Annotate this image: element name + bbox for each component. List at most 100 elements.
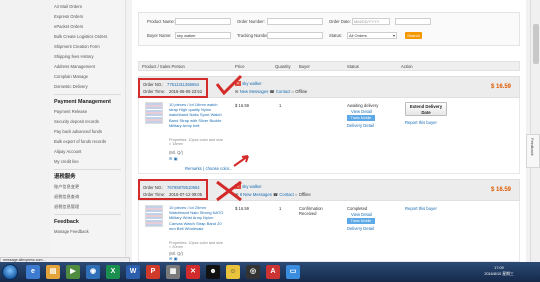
annotation-check-icon xyxy=(215,74,243,96)
contact-link[interactable]: Contact xyxy=(276,89,290,94)
tracking-number-input[interactable] xyxy=(267,32,323,39)
sidebar-link-payment-release[interactable]: Payment Release xyxy=(50,107,125,117)
sidebar-link-credit-line[interactable]: My credit line xyxy=(50,157,125,167)
view-detail-link[interactable]: View Detail xyxy=(351,109,372,114)
pdf-icon[interactable]: A xyxy=(266,265,280,279)
report-buyer-link[interactable]: Report this buyer xyxy=(405,120,437,125)
offline-icon: ○ xyxy=(294,192,298,197)
powerpoint-icon[interactable]: P xyxy=(146,265,160,279)
system-tray-clock[interactable]: 17:09 2016/8/10 星期三 xyxy=(478,265,520,277)
product-thumbnail[interactable] xyxy=(145,205,163,227)
feedback-tab-label: Feedback xyxy=(530,138,535,156)
column-header-status: Status xyxy=(347,64,359,69)
column-header-buyer: Buyer xyxy=(299,64,310,69)
delivery-detail-link[interactable]: Delivery Detail xyxy=(347,226,374,231)
sidebar-link-complain[interactable]: Complain Manage xyxy=(50,72,125,82)
product-icons: ✉ ▣ xyxy=(169,256,178,261)
order-status: Awaiting delivery xyxy=(347,103,379,108)
buyer-name-label: Buyer Name: xyxy=(147,33,172,38)
order-date-to-input[interactable] xyxy=(395,18,431,25)
trans-mobile-button[interactable]: Trans Mobile xyxy=(347,115,375,121)
column-header-product: Product / Sales Person xyxy=(142,64,185,69)
sidebar-link-address[interactable]: Address Management xyxy=(50,62,125,72)
product-thumbnail[interactable] xyxy=(145,102,163,124)
offline-icon: ○ xyxy=(291,89,295,94)
sidebar-link-shipping-history[interactable]: Shipping fees History xyxy=(50,52,125,62)
camera-icon[interactable]: ◎ xyxy=(246,265,260,279)
scrollbar-thumb[interactable] xyxy=(533,24,539,64)
sidebar-link-alipay[interactable]: Alipay Account xyxy=(50,147,125,157)
search-form: Product Name: Order Number: Order Date: … xyxy=(138,12,520,46)
buyer-name-link[interactable]: sky walker xyxy=(242,184,262,189)
sidebar-link-tax-query[interactable]: 退税信息查询 xyxy=(50,192,125,202)
chat-icon[interactable]: ✉ xyxy=(169,156,173,161)
buyer-name-link[interactable]: sky walker xyxy=(242,81,262,86)
product-title-link[interactable]: 10 pieces / lot 18mm watch strap High qu… xyxy=(169,102,227,128)
media-icon[interactable]: ▶ xyxy=(66,265,80,279)
view-detail-link[interactable]: View Detail xyxy=(351,212,372,217)
sidebar-link-tax-manage[interactable]: 退税信息管理 xyxy=(50,202,125,212)
chat-app-icon[interactable]: ☺ xyxy=(226,265,240,279)
sidebar-heading-tax: 退税服务 xyxy=(54,174,76,180)
report-buyer-link[interactable]: Report this buyer xyxy=(405,206,437,211)
extend-delivery-date-button[interactable]: Extend Delivery Date xyxy=(405,102,447,116)
feedback-tab[interactable]: Feedback xyxy=(526,134,540,168)
remarks-link[interactable]: Remarks ( choose color... xyxy=(185,166,232,171)
qq-icon[interactable]: ☻ xyxy=(206,265,220,279)
sidebar-link-account-change[interactable]: 账户信息变更 xyxy=(50,182,125,192)
product-name-input[interactable] xyxy=(175,18,231,25)
sidebar-link-bulk-export[interactable]: Bulk export of funds records xyxy=(50,137,125,147)
sidebar-link-epacket[interactable]: ePacket Orders xyxy=(50,22,125,32)
chat-icon[interactable]: ✉ xyxy=(169,256,173,261)
sidebar-link-domestic[interactable]: Domestic Delivery xyxy=(50,82,125,92)
order-status: Completed xyxy=(347,206,368,211)
order-number-label: Order Number: xyxy=(237,19,265,24)
product-title-link[interactable]: 10 pieces / lot 20mm Watchband Nato Stro… xyxy=(169,205,227,231)
sidebar-link-shipment-form[interactable]: Shipment Creation Form xyxy=(50,42,125,52)
x-app-icon[interactable]: ✕ xyxy=(186,265,200,279)
buyer-actions: ✉ 8 New Messages ☎ Contact ○ Offline xyxy=(235,192,311,197)
sidebar-link-bulk-logistics[interactable]: Bulk Create Logistics Orders xyxy=(50,32,125,42)
sidebar-link-security-deposit[interactable]: Security deposit records xyxy=(50,117,125,127)
orders-table-header: Product / Sales Person Price Quantity Bu… xyxy=(138,61,520,71)
folder-icon[interactable]: ▤ xyxy=(46,265,60,279)
image-icon[interactable]: ▣ xyxy=(174,256,178,261)
buyer-confirmation: Confirmation Received xyxy=(299,206,323,216)
status-select[interactable]: All Orders ▾ xyxy=(347,32,397,39)
product-unit: (Ml. Q/) xyxy=(169,150,183,155)
sidebar-divider xyxy=(54,214,121,215)
order-number-input[interactable] xyxy=(267,18,323,25)
buyer-name-input[interactable]: sky walker xyxy=(175,32,231,39)
order-total: $ 16.59 xyxy=(491,187,512,193)
new-messages-link[interactable]: 8 New Messages xyxy=(240,192,272,197)
page: Air Mail Orders Express Orders ePacket O… xyxy=(0,0,540,263)
contact-link[interactable]: Contact xyxy=(279,192,293,197)
product-properties: Properties: 10pcs color and size = 20mm xyxy=(169,241,224,249)
word-icon[interactable]: W xyxy=(126,265,140,279)
trans-mobile-button[interactable]: Trans Mobile xyxy=(347,218,375,224)
ie-icon[interactable]: e xyxy=(26,265,40,279)
annotation-cross-icon xyxy=(216,180,242,202)
contact-icon: ☎ xyxy=(272,192,279,197)
sidebar-link-manage-feedback[interactable]: Manage Feedback xyxy=(50,227,125,237)
page-scrollbar[interactable] xyxy=(530,0,540,262)
start-button[interactable] xyxy=(2,264,18,280)
sidebar-heading-feedback: Feedback xyxy=(54,219,79,225)
excel-icon[interactable]: X xyxy=(106,265,120,279)
column-header-price: Price xyxy=(235,64,245,69)
sidebar-link-air-mail[interactable]: Air Mail Orders xyxy=(50,2,125,12)
product-quantity: 1 xyxy=(279,103,282,108)
main-content: Product Name: Order Number: Order Date: … xyxy=(132,0,526,262)
app-icon[interactable]: ▦ xyxy=(166,265,180,279)
delivery-detail-link[interactable]: Delivery Detail xyxy=(347,123,374,128)
image-icon[interactable]: ▣ xyxy=(174,156,178,161)
sidebar-link-express[interactable]: Express Orders xyxy=(50,12,125,22)
chrome-icon[interactable]: ◉ xyxy=(86,265,100,279)
status-label: Status: xyxy=(329,33,343,38)
search-button[interactable]: Search xyxy=(405,32,422,39)
sidebar: Air Mail Orders Express Orders ePacket O… xyxy=(50,0,126,262)
sidebar-link-pay-back[interactable]: Pay back advanced funds xyxy=(50,127,125,137)
order-date-from-input[interactable]: MM/DD/YYYY xyxy=(352,18,390,25)
column-header-quantity: Quantity xyxy=(275,64,291,69)
window-icon[interactable]: ▭ xyxy=(286,265,300,279)
